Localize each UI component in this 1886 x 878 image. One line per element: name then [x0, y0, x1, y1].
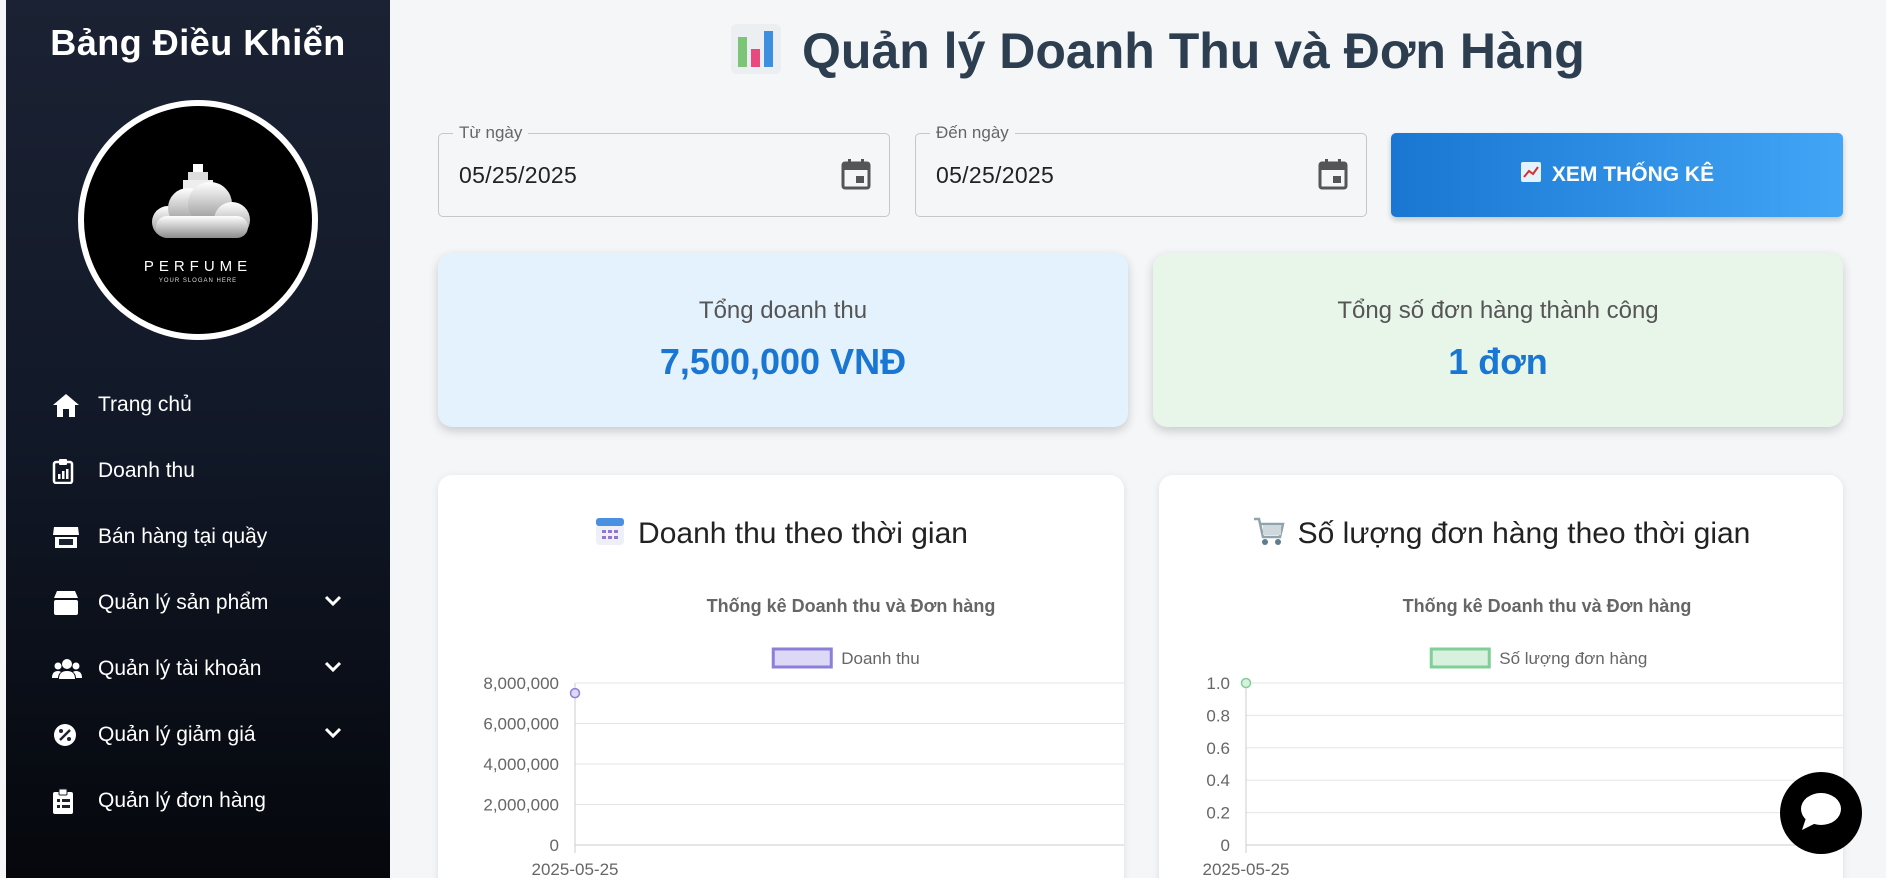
- y-tick-label: 6,000,000: [483, 715, 559, 734]
- sidebar-item-label: Bán hàng tại quầy: [98, 525, 268, 548]
- y-tick-label: 4,000,000: [483, 755, 559, 774]
- y-tick-label: 8,000,000: [483, 674, 559, 693]
- revenue-kpi-value: 7,500,000 VNĐ: [659, 341, 907, 382]
- x-tick-label: 2025-05-25: [1203, 860, 1290, 878]
- box-icon: [52, 589, 84, 617]
- to-date-field[interactable]: Đến ngày 05/25/2025: [915, 123, 1367, 217]
- home-icon: [52, 391, 84, 419]
- orders-kpi-card: Tổng số đơn hàng thành công 1 đơn: [1153, 253, 1843, 427]
- chat-bubble-icon: [1798, 790, 1844, 837]
- main-content: Quản lý Doanh Thu và Đơn Hàng Từ ngày 05…: [390, 0, 1886, 878]
- chevron-down-icon[interactable]: [324, 660, 342, 678]
- percent-badge-icon: [52, 721, 84, 749]
- chart-title: Thống kê Doanh thu và Đơn hàng: [707, 596, 996, 616]
- view-stats-button[interactable]: XEM THỐNG KÊ: [1391, 133, 1843, 217]
- chat-button[interactable]: [1780, 772, 1862, 854]
- sidebar-item-pos[interactable]: Bán hàng tại quầy: [6, 504, 390, 570]
- legend-label: Số lượng đơn hàng: [1499, 649, 1647, 668]
- chevron-down-icon[interactable]: [324, 594, 342, 612]
- orders-chart-card: Thống kê Doanh thu và Đơn hàng Số lượng đ…: [1159, 475, 1843, 878]
- legend-label: Doanh thu: [841, 649, 919, 668]
- calendar-emoji-icon: [594, 515, 626, 552]
- sidebar-item-label: Trang chủ: [98, 393, 192, 416]
- chevron-down-icon[interactable]: [324, 726, 342, 744]
- sidebar-item-accounts[interactable]: Quản lý tài khoản: [6, 636, 390, 702]
- to-date-label: Đến ngày: [930, 123, 1015, 143]
- y-tick-label: 0.4: [1206, 771, 1230, 790]
- to-date-value[interactable]: 05/25/2025: [936, 162, 1054, 189]
- sidebar-item-label: Quản lý giảm giá: [98, 723, 256, 746]
- from-date-value[interactable]: 05/25/2025: [459, 162, 577, 189]
- sidebar-item-revenue[interactable]: Doanh thu: [6, 438, 390, 504]
- x-tick-label: 2025-05-25: [532, 860, 619, 878]
- trend-chart-icon: [1520, 161, 1542, 189]
- logo-slogan: YOUR SLOGAN HERE: [158, 278, 238, 284]
- y-tick-label: 0: [550, 836, 559, 855]
- sidebar-title: Bảng Điều Khiển: [50, 22, 346, 63]
- sidebar-item-label: Doanh thu: [98, 459, 195, 482]
- y-tick-label: 2,000,000: [483, 796, 559, 815]
- revenue-kpi-card: Tổng doanh thu 7,500,000 VNĐ: [438, 253, 1128, 427]
- logo-brand: PERFUME: [143, 258, 253, 275]
- orders-chart-card-title: Số lượng đơn hàng theo thời gian: [1297, 516, 1751, 550]
- data-point: [1240, 677, 1252, 689]
- perfume-logo: PERFUME YOUR SLOGAN HERE: [78, 100, 318, 340]
- calendar-icon[interactable]: [1318, 158, 1348, 195]
- clipboard-list-icon: [52, 787, 84, 815]
- revenue-kpi-label: Tổng doanh thu: [698, 297, 868, 324]
- sidebar-item-products[interactable]: Quản lý sản phẩm: [6, 570, 390, 636]
- sidebar-item-label: Quản lý đơn hàng: [98, 789, 266, 812]
- clipboard-chart-icon: [52, 457, 84, 485]
- y-tick-label: 0: [1221, 836, 1230, 855]
- y-tick-label: 0.6: [1206, 739, 1230, 758]
- y-tick-label: 0.8: [1206, 706, 1230, 725]
- bar-chart-emoji-icon: [730, 23, 782, 80]
- calendar-icon[interactable]: [841, 158, 871, 195]
- legend-swatch: [771, 647, 833, 669]
- sidebar-item-label: Quản lý sản phẩm: [98, 591, 269, 614]
- cart-emoji-icon: [1252, 515, 1286, 552]
- orders-kpi-label: Tổng số đơn hàng thành công: [1337, 297, 1659, 324]
- data-point: [569, 687, 581, 699]
- from-date-field[interactable]: Từ ngày 05/25/2025: [438, 123, 890, 217]
- revenue-chart-card-title: Doanh thu theo thời gian: [638, 516, 968, 550]
- view-stats-label: XEM THỐNG KÊ: [1551, 163, 1715, 186]
- sidebar-item-home[interactable]: Trang chủ: [6, 372, 390, 438]
- cloud-bottle-icon: [152, 164, 250, 238]
- page-title-text: Quản lý Doanh Thu và Đơn Hàng: [802, 23, 1585, 79]
- chart-title: Thống kê Doanh thu và Đơn hàng: [1403, 596, 1692, 616]
- revenue-chart-card: Thống kê Doanh thu và Đơn hàng Doanh thu 0…: [438, 475, 1124, 878]
- sidebar-item-label: Quản lý tài khoản: [98, 657, 262, 680]
- from-date-label: Từ ngày: [453, 123, 529, 143]
- legend-swatch: [1429, 647, 1491, 669]
- y-tick-label: 1.0: [1206, 674, 1230, 693]
- orders-kpi-value: 1 đơn: [1448, 341, 1548, 382]
- store-icon: [52, 523, 84, 551]
- users-icon: [52, 655, 84, 683]
- revenue-chart-header: Doanh thu theo thời gian: [438, 515, 1124, 552]
- y-tick-label: 0.2: [1206, 804, 1230, 823]
- sidebar-nav: Trang chủ Doanh thu Bán hàng tại quầy Qu…: [6, 372, 390, 834]
- orders-chart-header: Số lượng đơn hàng theo thời gian: [1159, 515, 1843, 552]
- sidebar: Bảng Điều Khiển PERFUME YOUR SLOGAN HERE: [6, 0, 390, 878]
- sidebar-item-orders[interactable]: Quản lý đơn hàng: [6, 768, 390, 834]
- sidebar-item-discounts[interactable]: Quản lý giảm giá: [6, 702, 390, 768]
- page-title: Quản lý Doanh Thu và Đơn Hàng: [730, 22, 1585, 80]
